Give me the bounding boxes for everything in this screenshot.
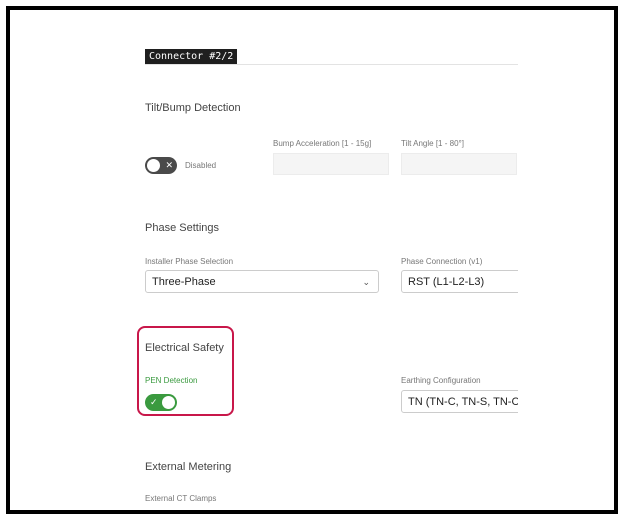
phase-connection-value: RST (L1-L2-L3) (408, 276, 485, 288)
phase-connection-select[interactable]: RST (L1-L2-L3) (401, 270, 518, 293)
tilt-angle-input[interactable] (401, 153, 517, 175)
bump-acceleration-label: Bump Acceleration [1 - 15g] (273, 139, 372, 148)
earthing-configuration-label: Earthing Configuration (401, 376, 481, 385)
tilt-bump-section-title: Tilt/Bump Detection (145, 102, 241, 114)
installer-phase-label: Installer Phase Selection (145, 257, 234, 266)
tilt-bump-status-label: Disabled (185, 161, 217, 170)
phase-connection-label: Phase Connection (v1) (401, 257, 483, 266)
phase-settings-section-title: Phase Settings (145, 222, 219, 234)
connector-divider (145, 64, 518, 65)
external-metering-section-title: External Metering (145, 461, 232, 473)
earthing-configuration-select[interactable]: TN (TN-C, TN-S, TN-C-S (401, 390, 518, 413)
earthing-configuration-value: TN (TN-C, TN-S, TN-C-S (408, 396, 518, 408)
external-ct-clamps-label: External CT Clamps (145, 494, 217, 503)
close-icon: ✕ (165, 160, 173, 170)
tilt-angle-label: Tilt Angle [1 - 80°] (401, 139, 464, 148)
connector-label: Connector #2/2 (145, 49, 238, 65)
electrical-safety-highlight (137, 326, 234, 416)
chevron-down-icon: ⌄ (362, 277, 370, 287)
installer-phase-value: Three-Phase (152, 276, 216, 288)
connector-settings-panel: Connector #2/2 Tilt/Bump Detection ✕ Dis… (10, 10, 518, 510)
tilt-bump-toggle[interactable]: ✕ (145, 157, 177, 174)
installer-phase-select[interactable]: Three-Phase ⌄ (145, 270, 379, 293)
bump-acceleration-input[interactable] (273, 153, 389, 175)
toggle-knob (147, 159, 160, 172)
screenshot-frame: Connector #2/2 Tilt/Bump Detection ✕ Dis… (6, 6, 618, 514)
